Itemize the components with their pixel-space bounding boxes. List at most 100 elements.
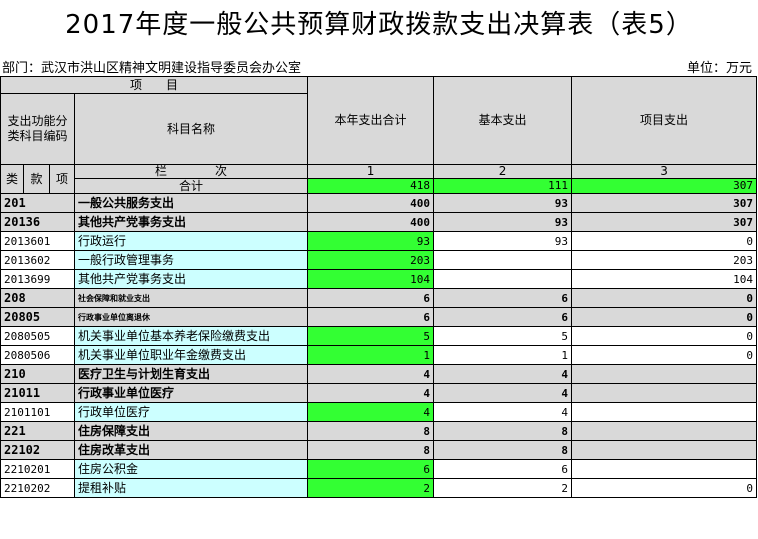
row-code: 2101101 <box>0 402 75 422</box>
row-code: 2210201 <box>0 459 75 479</box>
table-row: 21011 行政事业单位医疗 4 4 <box>0 383 758 403</box>
row-code: 2013601 <box>0 231 75 251</box>
row-total: 4 <box>307 364 435 384</box>
table-row: 2101101 行政单位医疗 4 4 <box>0 402 758 422</box>
row-project: 0 <box>571 345 758 365</box>
header-col-project: 项目支出 <box>571 76 758 165</box>
table-row: 2080506 机关事业单位职业年金缴费支出 1 1 0 <box>0 345 758 365</box>
table-row: 208 社会保障和就业支出 6 6 0 <box>0 288 758 308</box>
header-n3: 3 <box>571 164 758 179</box>
row-project <box>571 459 758 479</box>
row-total: 6 <box>307 288 435 308</box>
total-3: 307 <box>571 178 758 194</box>
table-row: 20136 其他共产党事务支出 400 93 307 <box>0 212 758 232</box>
row-total: 6 <box>307 307 435 327</box>
row-name: 机关事业单位基本养老保险缴费支出 <box>73 326 309 346</box>
row-name: 一般公共服务支出 <box>73 193 309 213</box>
row-basic: 4 <box>433 402 573 422</box>
row-basic: 1 <box>433 345 573 365</box>
total-2: 111 <box>433 178 573 194</box>
row-project: 307 <box>571 193 758 213</box>
row-total: 6 <box>307 459 435 479</box>
table-row: 2013602 一般行政管理事务 203 203 <box>0 250 758 270</box>
row-name: 提租补贴 <box>73 478 309 498</box>
row-project <box>571 440 758 460</box>
row-basic: 5 <box>433 326 573 346</box>
row-total: 4 <box>307 402 435 422</box>
row-code: 2210202 <box>0 478 75 498</box>
row-total: 400 <box>307 212 435 232</box>
row-name: 社会保障和就业支出 <box>73 288 309 308</box>
row-code: 2080506 <box>0 345 75 365</box>
row-total: 1 <box>307 345 435 365</box>
row-total: 2 <box>307 478 435 498</box>
row-project <box>571 421 758 441</box>
row-code: 221 <box>0 421 75 441</box>
unit-label: 单位：万元 <box>686 61 752 76</box>
table-row: 2210202 提租补贴 2 2 0 <box>0 478 758 498</box>
row-code: 22102 <box>0 440 75 460</box>
row-project: 0 <box>571 288 758 308</box>
header-n1: 1 <box>307 164 435 179</box>
row-name: 行政运行 <box>73 231 309 251</box>
row-project <box>571 364 758 384</box>
total-label: 合计 <box>73 178 309 194</box>
table-row: 2210201 住房公积金 6 6 <box>0 459 758 479</box>
row-project: 104 <box>571 269 758 289</box>
row-name: 住房改革支出 <box>73 440 309 460</box>
row-code: 2013602 <box>0 250 75 270</box>
row-code: 2013699 <box>0 269 75 289</box>
row-basic: 93 <box>433 193 573 213</box>
row-basic: 93 <box>433 231 573 251</box>
row-basic: 4 <box>433 383 573 403</box>
row-project <box>571 383 758 403</box>
row-name: 行政单位医疗 <box>73 402 309 422</box>
row-basic: 6 <box>433 288 573 308</box>
row-name: 住房公积金 <box>73 459 309 479</box>
row-code: 210 <box>0 364 75 384</box>
row-code: 20805 <box>0 307 75 327</box>
row-basic <box>433 250 573 270</box>
header-lei: 类 <box>0 164 24 194</box>
expenditure-table: 项 目 本年支出合计 基本支出 项目支出 支出功能分类科目编码 科目名称 类 款… <box>0 76 758 498</box>
header-xiang: 项 <box>49 164 75 194</box>
row-total: 203 <box>307 250 435 270</box>
row-name: 住房保障支出 <box>73 421 309 441</box>
row-name: 医疗卫生与计划生育支出 <box>73 364 309 384</box>
row-total: 8 <box>307 440 435 460</box>
table-row: 201 一般公共服务支出 400 93 307 <box>0 193 758 213</box>
row-project: 0 <box>571 478 758 498</box>
row-name: 其他共产党事务支出 <box>73 212 309 232</box>
row-basic: 6 <box>433 459 573 479</box>
row-project: 0 <box>571 326 758 346</box>
row-code: 201 <box>0 193 75 213</box>
header-func-code: 支出功能分类科目编码 <box>0 93 75 165</box>
table-row: 2013601 行政运行 93 93 0 <box>0 231 758 251</box>
row-name: 机关事业单位职业年金缴费支出 <box>73 345 309 365</box>
header-subject-name: 科目名称 <box>73 93 309 165</box>
row-basic: 4 <box>433 364 573 384</box>
table-row: 22102 住房改革支出 8 8 <box>0 440 758 460</box>
table-row: 2013699 其他共产党事务支出 104 104 <box>0 269 758 289</box>
row-code: 2080505 <box>0 326 75 346</box>
row-total: 5 <box>307 326 435 346</box>
total-1: 418 <box>307 178 435 194</box>
row-basic: 8 <box>433 440 573 460</box>
row-code: 20136 <box>0 212 75 232</box>
row-basic: 8 <box>433 421 573 441</box>
department-label: 部门：武汉市洪山区精神文明建设指导委员会办公室 <box>2 61 302 76</box>
row-name: 其他共产党事务支出 <box>73 269 309 289</box>
row-code: 21011 <box>0 383 75 403</box>
row-code: 208 <box>0 288 75 308</box>
row-total: 8 <box>307 421 435 441</box>
row-total: 4 <box>307 383 435 403</box>
row-name: 一般行政管理事务 <box>73 250 309 270</box>
row-name: 行政事业单位离退休 <box>73 307 309 327</box>
header-kuan: 款 <box>23 164 50 194</box>
row-basic <box>433 269 573 289</box>
row-project: 203 <box>571 250 758 270</box>
header-n2: 2 <box>433 164 573 179</box>
row-project: 0 <box>571 231 758 251</box>
table-row: 210 医疗卫生与计划生育支出 4 4 <box>0 364 758 384</box>
row-project: 0 <box>571 307 758 327</box>
